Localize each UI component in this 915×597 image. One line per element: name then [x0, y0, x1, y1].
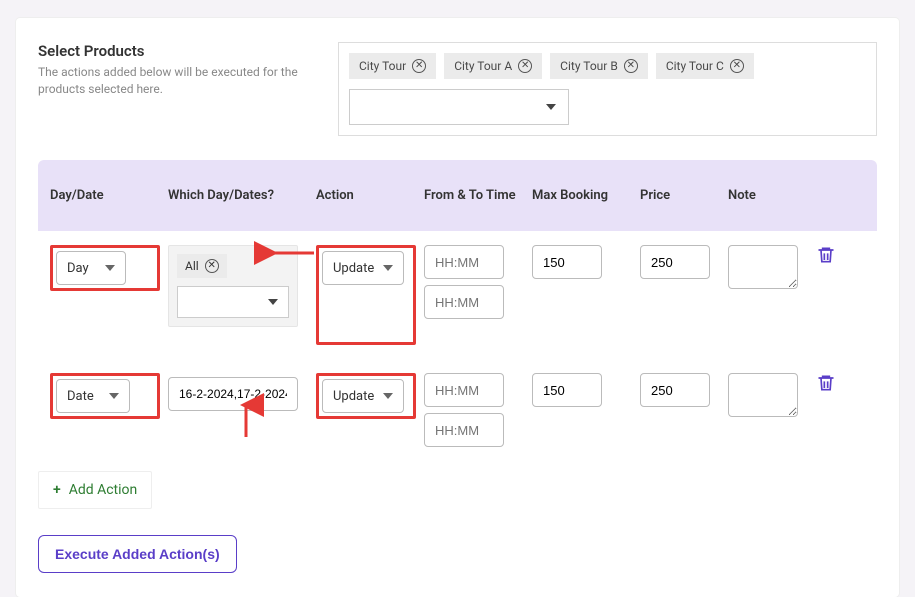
chevron-down-icon: [546, 104, 556, 110]
col-note: Note: [728, 188, 808, 203]
remove-icon[interactable]: ✕: [624, 59, 638, 73]
trash-icon: [816, 373, 836, 393]
day-all-chip: All ✕: [177, 254, 227, 278]
plus-icon: +: [53, 482, 61, 498]
table-row: Date Update: [38, 359, 877, 461]
panel: Select Products The actions added below …: [16, 18, 899, 597]
col-action: Action: [316, 188, 416, 203]
products-selector: City Tour ✕ City Tour A ✕ City Tour B ✕ …: [338, 42, 877, 136]
table-row: Day All ✕ Update: [38, 231, 877, 359]
highlight-box: Day: [50, 245, 160, 291]
day-date-value: Day: [67, 261, 89, 276]
chevron-down-icon: [109, 393, 119, 399]
chevron-down-icon: [383, 393, 393, 399]
note-input[interactable]: [728, 245, 798, 289]
chevron-down-icon: [268, 299, 278, 305]
from-time-input[interactable]: [424, 245, 504, 279]
delete-row-button[interactable]: [816, 245, 876, 269]
remove-icon[interactable]: ✕: [518, 59, 532, 73]
col-from-to: From & To Time: [424, 188, 524, 203]
which-day-dropdown[interactable]: [177, 286, 289, 318]
action-value: Update: [333, 261, 374, 276]
remove-icon[interactable]: ✕: [205, 259, 219, 273]
section-title: Select Products: [38, 42, 318, 60]
price-input[interactable]: [640, 373, 710, 407]
note-input[interactable]: [728, 373, 798, 417]
which-day-cell: All ✕: [168, 245, 298, 327]
product-chips-row: City Tour ✕ City Tour A ✕ City Tour B ✕ …: [349, 53, 866, 79]
action-select[interactable]: Update: [322, 379, 404, 413]
day-date-select[interactable]: Day: [56, 251, 126, 285]
which-date-cell: [168, 377, 308, 411]
col-which: Which Day/Dates?: [168, 188, 308, 203]
highlight-box: Date: [50, 373, 160, 419]
top-left: Select Products The actions added below …: [38, 42, 338, 136]
max-booking-input[interactable]: [532, 373, 602, 407]
day-all-label: All: [185, 259, 199, 273]
remove-icon[interactable]: ✕: [412, 59, 426, 73]
col-day-date: Day/Date: [50, 188, 160, 203]
price-input[interactable]: [640, 245, 710, 279]
execute-label: Execute Added Action(s): [55, 546, 220, 562]
chevron-down-icon: [383, 265, 393, 271]
remove-icon[interactable]: ✕: [730, 59, 744, 73]
day-date-value: Date: [67, 389, 94, 404]
product-chip: City Tour ✕: [349, 53, 436, 79]
time-cell: [424, 373, 524, 447]
product-chip: City Tour C ✕: [656, 53, 754, 79]
product-dropdown[interactable]: [349, 89, 569, 125]
product-chip-label: City Tour: [359, 59, 406, 73]
top-row: Select Products The actions added below …: [38, 42, 877, 136]
execute-button[interactable]: Execute Added Action(s): [38, 535, 237, 573]
product-chip: City Tour B ✕: [550, 53, 648, 79]
col-price: Price: [640, 188, 720, 203]
table-header-row: Day/Date Which Day/Dates? Action From & …: [38, 160, 877, 231]
action-value: Update: [333, 389, 374, 404]
add-action-label: Add Action: [69, 482, 138, 498]
add-action-button[interactable]: + Add Action: [38, 471, 152, 509]
day-date-select[interactable]: Date: [56, 379, 130, 413]
trash-icon: [816, 245, 836, 265]
actions-table: Day/Date Which Day/Dates? Action From & …: [38, 160, 877, 509]
from-time-input[interactable]: [424, 373, 504, 407]
section-subtitle: The actions added below will be executed…: [38, 64, 318, 98]
dates-input[interactable]: [168, 377, 298, 411]
product-chip-label: City Tour B: [560, 59, 618, 73]
to-time-input[interactable]: [424, 285, 504, 319]
highlight-box: Update: [316, 373, 416, 419]
chevron-down-icon: [105, 265, 115, 271]
highlight-box: Update: [316, 245, 416, 345]
max-booking-input[interactable]: [532, 245, 602, 279]
product-chip: City Tour A ✕: [444, 53, 542, 79]
to-time-input[interactable]: [424, 413, 504, 447]
product-chip-label: City Tour C: [666, 59, 724, 73]
delete-row-button[interactable]: [816, 373, 876, 397]
action-select[interactable]: Update: [322, 251, 404, 285]
product-chip-label: City Tour A: [454, 59, 512, 73]
col-max-booking: Max Booking: [532, 188, 632, 203]
time-cell: [424, 245, 524, 319]
